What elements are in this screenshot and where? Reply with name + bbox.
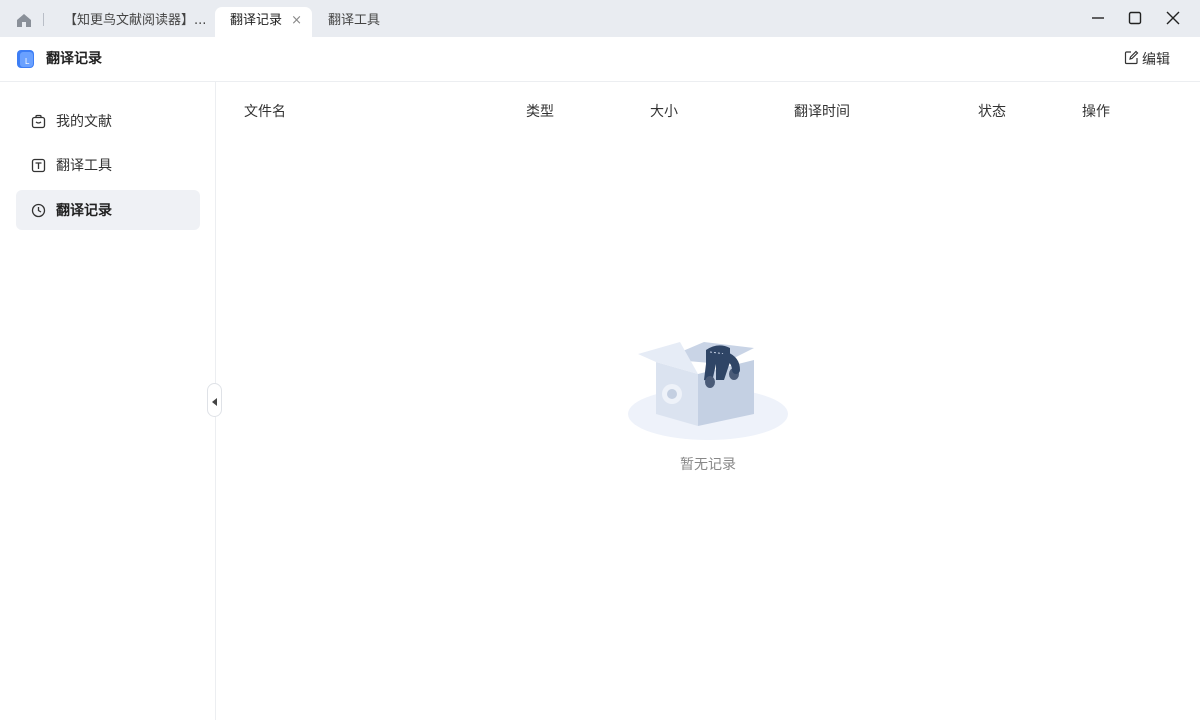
sidebar-item-translation-tool[interactable]: 翻译工具 bbox=[16, 145, 200, 185]
empty-box-illustration bbox=[626, 334, 790, 474]
tab-label: 【知更鸟文献阅读器】... bbox=[64, 13, 207, 28]
tab-separator bbox=[43, 13, 44, 26]
column-header-actions: 操作 bbox=[1082, 104, 1110, 120]
column-header-size: 大小 bbox=[650, 104, 678, 120]
bag-icon bbox=[30, 113, 46, 129]
translate-icon bbox=[30, 157, 46, 173]
records-table: 文件名 类型 大小 翻译时间 状态 操作 暂无记录 bbox=[216, 82, 1200, 720]
page-title: 翻译记录 bbox=[46, 51, 102, 67]
column-header-type: 类型 bbox=[526, 104, 554, 120]
sidebar: 我的文献 翻译工具 翻译记录 bbox=[0, 82, 216, 720]
edit-button[interactable]: 编辑 bbox=[1124, 48, 1170, 70]
window-close-icon[interactable] bbox=[1160, 6, 1186, 30]
page-header: L 翻译记录 编辑 bbox=[0, 37, 1200, 82]
close-icon[interactable]: × bbox=[291, 7, 302, 35]
tab-translation-records[interactable]: 翻译记录 × bbox=[215, 7, 312, 37]
tab-bar: 【知更鸟文献阅读器】... 翻译记录 × 翻译工具 bbox=[0, 0, 1200, 37]
minimize-icon[interactable] bbox=[1085, 6, 1111, 30]
tab-reader[interactable]: 【知更鸟文献阅读器】... bbox=[54, 7, 208, 37]
home-icon[interactable] bbox=[12, 10, 36, 30]
tab-label: 翻译记录 bbox=[230, 13, 283, 28]
edit-icon bbox=[1124, 50, 1139, 69]
sidebar-item-label: 翻译记录 bbox=[56, 203, 112, 219]
column-header-status: 状态 bbox=[978, 104, 1006, 120]
app-logo-icon: L bbox=[17, 49, 35, 69]
sidebar-item-label: 我的文献 bbox=[56, 114, 112, 130]
sidebar-item-label: 翻译工具 bbox=[56, 158, 112, 174]
column-header-translation-time: 翻译时间 bbox=[794, 104, 850, 120]
tab-label: 翻译工具 bbox=[328, 13, 381, 28]
svg-text:L: L bbox=[25, 57, 30, 66]
tab-translation-tool[interactable]: 翻译工具 bbox=[318, 7, 408, 37]
empty-state-text: 暂无记录 bbox=[680, 457, 736, 473]
column-header-filename: 文件名 bbox=[244, 104, 286, 120]
sidebar-item-my-documents[interactable]: 我的文献 bbox=[16, 101, 200, 141]
edit-label: 编辑 bbox=[1142, 52, 1170, 68]
clock-icon bbox=[30, 202, 46, 218]
sidebar-item-translation-records[interactable]: 翻译记录 bbox=[16, 190, 200, 230]
maximize-icon[interactable] bbox=[1122, 6, 1148, 30]
